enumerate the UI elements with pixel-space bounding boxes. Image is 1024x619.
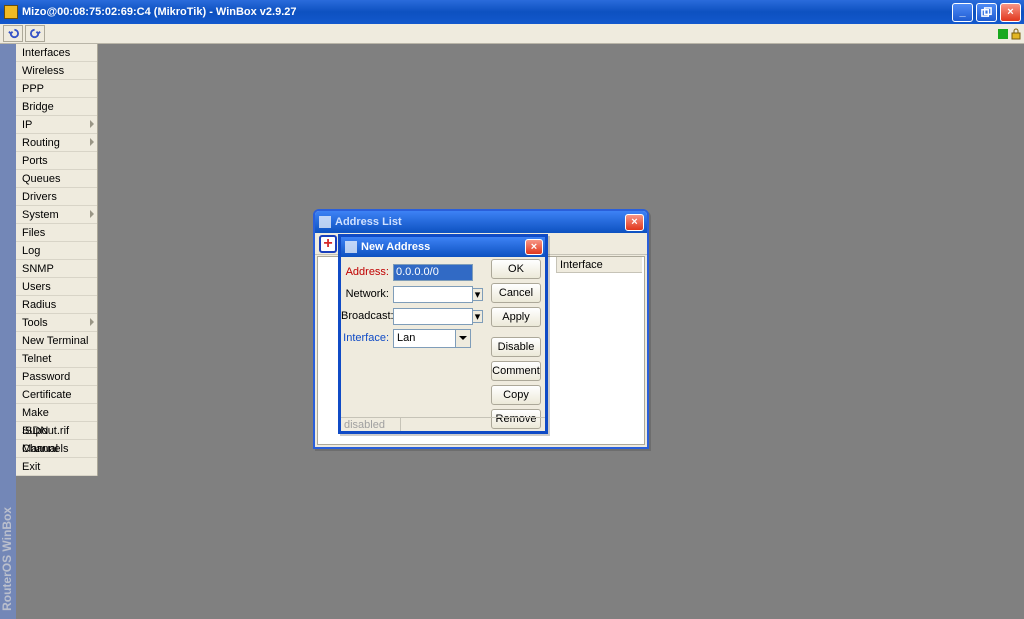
menu-item-password[interactable]: Password — [16, 368, 97, 386]
chevron-right-icon — [90, 120, 94, 128]
ok-button[interactable]: OK — [491, 259, 541, 279]
menu-item-ip[interactable]: IP — [16, 116, 97, 134]
menu-item-radius[interactable]: Radius — [16, 296, 97, 314]
window-icon — [345, 241, 357, 253]
copy-button[interactable]: Copy — [491, 385, 541, 405]
chevron-right-icon — [90, 318, 94, 326]
workspace: RouterOS WinBox InterfacesWirelessPPPBri… — [0, 44, 1024, 619]
plus-icon: + — [323, 237, 332, 251]
network-expand-icon[interactable]: ▾ — [473, 288, 483, 301]
chevron-down-icon — [455, 330, 470, 347]
column-header-interface[interactable]: Interface — [556, 257, 642, 273]
app-titlebar: Mizo@00:08:75:02:69:C4 (MikroTik) - WinB… — [0, 0, 1024, 24]
broadcast-label: Broadcast: — [341, 310, 393, 322]
connection-led-icon — [998, 29, 1008, 39]
chevron-right-icon — [90, 210, 94, 218]
menu-item-interfaces[interactable]: Interfaces — [16, 44, 97, 62]
lock-icon — [1011, 28, 1021, 40]
broadcast-expand-icon[interactable]: ▾ — [473, 310, 483, 323]
menu-item-ports[interactable]: Ports — [16, 152, 97, 170]
broadcast-input[interactable] — [393, 308, 473, 325]
add-address-button[interactable]: + — [319, 235, 337, 253]
menu-item-tools[interactable]: Tools — [16, 314, 97, 332]
window-icon — [319, 216, 331, 228]
menu-item-routing[interactable]: Routing — [16, 134, 97, 152]
menu-item-log[interactable]: Log — [16, 242, 97, 260]
menu-item-drivers[interactable]: Drivers — [16, 188, 97, 206]
menu-item-queues[interactable]: Queues — [16, 170, 97, 188]
vertical-label: RouterOS WinBox — [0, 507, 16, 611]
app-icon — [4, 5, 18, 19]
menu-item-bridge[interactable]: Bridge — [16, 98, 97, 116]
address-list-title: Address List — [335, 216, 625, 228]
app-toolbar — [0, 24, 1024, 44]
chevron-right-icon — [90, 138, 94, 146]
new-address-titlebar[interactable]: New Address × — [341, 237, 545, 257]
side-menu: InterfacesWirelessPPPBridgeIPRoutingPort… — [16, 44, 98, 476]
menu-item-telnet[interactable]: Telnet — [16, 350, 97, 368]
menu-item-isdn-channels[interactable]: ISDN Channels — [16, 422, 97, 440]
disable-button[interactable]: Disable — [491, 337, 541, 357]
menu-item-files[interactable]: Files — [16, 224, 97, 242]
restore-button[interactable] — [976, 3, 997, 22]
apply-button[interactable]: Apply — [491, 307, 541, 327]
menu-item-make-supout-rif[interactable]: Make Supout.rif — [16, 404, 97, 422]
menu-item-wireless[interactable]: Wireless — [16, 62, 97, 80]
minimize-button[interactable]: _ — [952, 3, 973, 22]
menu-item-ppp[interactable]: PPP — [16, 80, 97, 98]
undo-button[interactable] — [3, 25, 23, 42]
menu-item-system[interactable]: System — [16, 206, 97, 224]
app-title: Mizo@00:08:75:02:69:C4 (MikroTik) - WinB… — [22, 6, 952, 18]
network-label: Network: — [341, 288, 393, 300]
comment-button[interactable]: Comment — [491, 361, 541, 381]
address-label: Address: — [341, 266, 393, 278]
menu-item-snmp[interactable]: SNMP — [16, 260, 97, 278]
interface-select[interactable]: Lan — [393, 329, 471, 348]
new-address-close-button[interactable]: × — [525, 239, 543, 255]
menu-item-new-terminal[interactable]: New Terminal — [16, 332, 97, 350]
cancel-button[interactable]: Cancel — [491, 283, 541, 303]
menu-item-certificate[interactable]: Certificate — [16, 386, 97, 404]
new-address-window: New Address × Address: Network: ▾ Broadc… — [338, 234, 548, 434]
vertical-strip: RouterOS WinBox — [0, 44, 16, 619]
redo-button[interactable] — [25, 25, 45, 42]
address-list-close-button[interactable]: × — [625, 214, 644, 231]
new-address-title: New Address — [361, 241, 525, 253]
address-list-titlebar[interactable]: Address List × — [315, 211, 647, 233]
address-input[interactable] — [393, 264, 473, 281]
close-button[interactable]: × — [1000, 3, 1021, 22]
new-address-statusbar: disabled — [341, 417, 545, 431]
menu-item-users[interactable]: Users — [16, 278, 97, 296]
network-input[interactable] — [393, 286, 473, 303]
menu-item-manual[interactable]: Manual — [16, 440, 97, 458]
menu-item-exit[interactable]: Exit — [16, 458, 97, 476]
status-text: disabled — [341, 418, 401, 431]
interface-select-value: Lan — [397, 332, 455, 344]
interface-label: Interface: — [341, 332, 393, 344]
